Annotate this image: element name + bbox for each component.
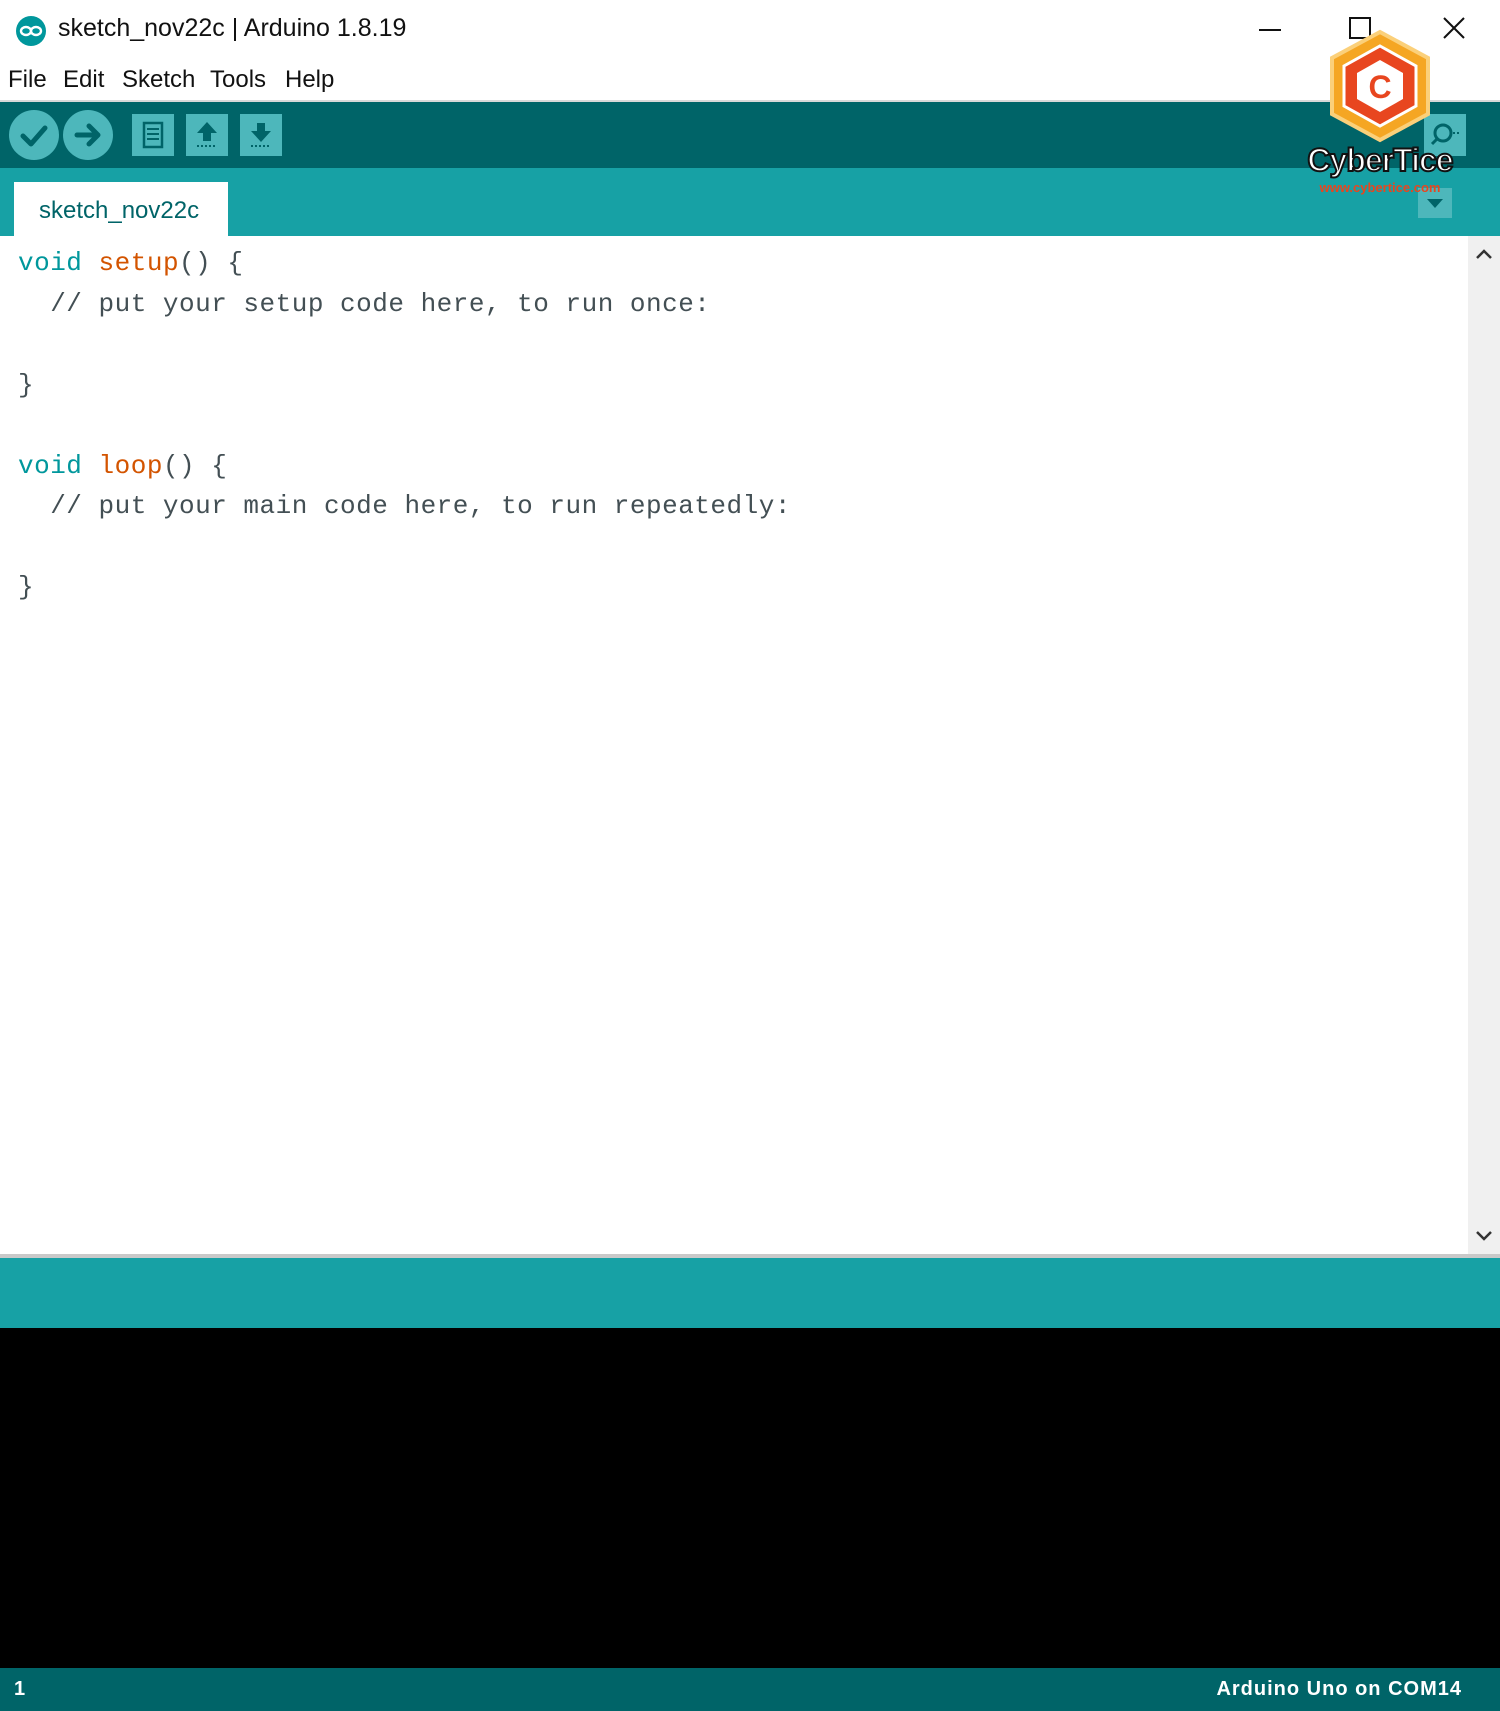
chevron-up-icon (1476, 249, 1492, 259)
menu-bar: File Edit Sketch Tools Help (0, 60, 1500, 102)
cybertice-watermark: C CyberTice www.cybertice.com (1300, 28, 1460, 198)
message-bar (0, 1258, 1500, 1328)
code-token: () { (179, 248, 244, 278)
chevron-down-icon (1476, 1231, 1492, 1241)
save-sketch-button[interactable] (240, 114, 282, 156)
code-token: () { (162, 450, 228, 481)
cybertice-logo-icon: C (1330, 29, 1430, 143)
checkmark-icon (20, 125, 48, 147)
editor-scrollbar[interactable] (1468, 236, 1500, 1254)
code-line: } (18, 370, 34, 400)
upload-button[interactable] (63, 110, 113, 160)
document-icon (142, 121, 164, 149)
watermark-url: www.cybertice.com (1319, 180, 1441, 195)
code-token: // put your main code here, to run repea… (18, 491, 791, 521)
code-line: // put your setup code here, to run once… (18, 289, 710, 319)
menu-file[interactable]: File (8, 66, 47, 94)
new-sketch-button[interactable] (132, 114, 174, 156)
tab-sketch[interactable]: sketch_nov22c (14, 182, 228, 236)
menu-sketch[interactable]: Sketch (122, 66, 195, 94)
code-token: void (18, 450, 83, 481)
code-line: } (18, 572, 34, 602)
scroll-down-button[interactable] (1468, 1220, 1500, 1252)
code-token: } (18, 572, 35, 602)
up-arrow-icon (197, 122, 217, 147)
toolbar (0, 102, 1500, 168)
tab-strip: sketch_nov22c (0, 168, 1500, 236)
menu-tools[interactable]: Tools (210, 66, 266, 94)
code-line: // put your main code here, to run repea… (18, 491, 791, 521)
watermark-name: CyberTice (1306, 141, 1454, 179)
svg-text:C: C (1368, 69, 1391, 105)
status-bar: 1 Arduino Uno on COM14 (0, 1668, 1500, 1711)
verify-button[interactable] (9, 110, 59, 160)
scroll-up-button[interactable] (1468, 238, 1500, 270)
code-token: // put your setup code here, to run once… (18, 288, 711, 319)
menu-help[interactable]: Help (285, 66, 334, 94)
code-line: void loop() { (18, 451, 227, 481)
code-token: void (18, 248, 83, 278)
code-editor[interactable]: void setup() { // put your setup code he… (0, 236, 1468, 1254)
window-title: sketch_nov22c | Arduino 1.8.19 (58, 14, 407, 42)
right-arrow-icon (74, 123, 101, 147)
menu-edit[interactable]: Edit (63, 66, 104, 94)
arduino-logo-icon (16, 16, 46, 46)
title-bar: sketch_nov22c | Arduino 1.8.19 (0, 0, 1500, 60)
console-output[interactable] (0, 1328, 1500, 1668)
line-number: 1 (14, 1678, 26, 1700)
code-token: loop (98, 450, 163, 481)
code-line: void setup() { (18, 248, 243, 278)
open-sketch-button[interactable] (186, 114, 228, 156)
minimize-button[interactable] (1246, 8, 1294, 50)
board-port-status: Arduino Uno on COM14 (1216, 1678, 1462, 1700)
code-token: } (18, 369, 35, 400)
down-arrow-icon (251, 123, 271, 147)
tab-label: sketch_nov22c (39, 197, 200, 224)
code-token: setup (98, 248, 180, 278)
